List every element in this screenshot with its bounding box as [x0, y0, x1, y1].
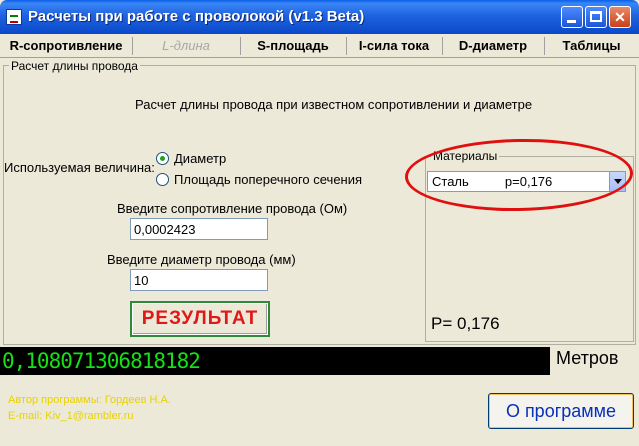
close-icon: ✕ [614, 9, 626, 25]
length-calc-group-title: Расчет длины провода [9, 59, 140, 73]
tab-area[interactable]: S-площадь [240, 34, 346, 57]
quantity-label: Используемая величина: [4, 160, 155, 175]
author-credits: Автор программы: Гордеев Н.А. E-mail: Ki… [8, 392, 171, 424]
result-button[interactable]: РЕЗУЛЬТАТ [130, 301, 270, 337]
radio-cross-section[interactable] [156, 173, 169, 186]
result-output: 0,108071306818182 [0, 347, 550, 375]
minimize-icon [567, 20, 576, 23]
tab-bar: R-сопротивление L-длина S-площадь I-сила… [0, 34, 639, 58]
title-bar[interactable]: Расчеты при работе с проволокой (v1.3 Be… [0, 0, 639, 34]
result-unit: Метров [556, 348, 619, 368]
maximize-icon [590, 11, 602, 22]
credits-email[interactable]: E-mail: Kiv_1@rambler.ru [8, 408, 171, 424]
radio-diameter[interactable] [156, 152, 169, 165]
radio-diameter-label[interactable]: Диаметр [174, 151, 226, 166]
diameter-input[interactable] [130, 269, 268, 291]
tab-current[interactable]: I-сила тока [346, 34, 442, 57]
about-button[interactable]: О программе [488, 393, 634, 429]
app-icon [6, 9, 22, 25]
resistivity-display: P= 0,176 [431, 314, 500, 333]
radio-cross-section-label[interactable]: Площадь поперечного сечения [174, 172, 362, 187]
diameter-label: Введите диаметр провода (мм) [107, 252, 296, 267]
tab-tables[interactable]: Таблицы [544, 34, 639, 57]
window-title: Расчеты при работе с проволокой (v1.3 Be… [28, 8, 365, 25]
tab-diameter[interactable]: D-диаметр [442, 34, 544, 57]
tab-length[interactable]: L-длина [132, 34, 240, 57]
maximize-button[interactable] [585, 6, 607, 28]
resistance-input[interactable] [130, 218, 268, 240]
minimize-button[interactable] [561, 6, 583, 28]
tab-resistance[interactable]: R-сопротивление [0, 34, 132, 57]
calc-description: Расчет длины провода при известном сопро… [135, 97, 533, 112]
credits-author: Автор программы: Гордеев Н.А. [8, 394, 171, 406]
resistance-label: Введите сопротивление провода (Ом) [117, 201, 348, 216]
close-button[interactable]: ✕ [609, 6, 631, 28]
